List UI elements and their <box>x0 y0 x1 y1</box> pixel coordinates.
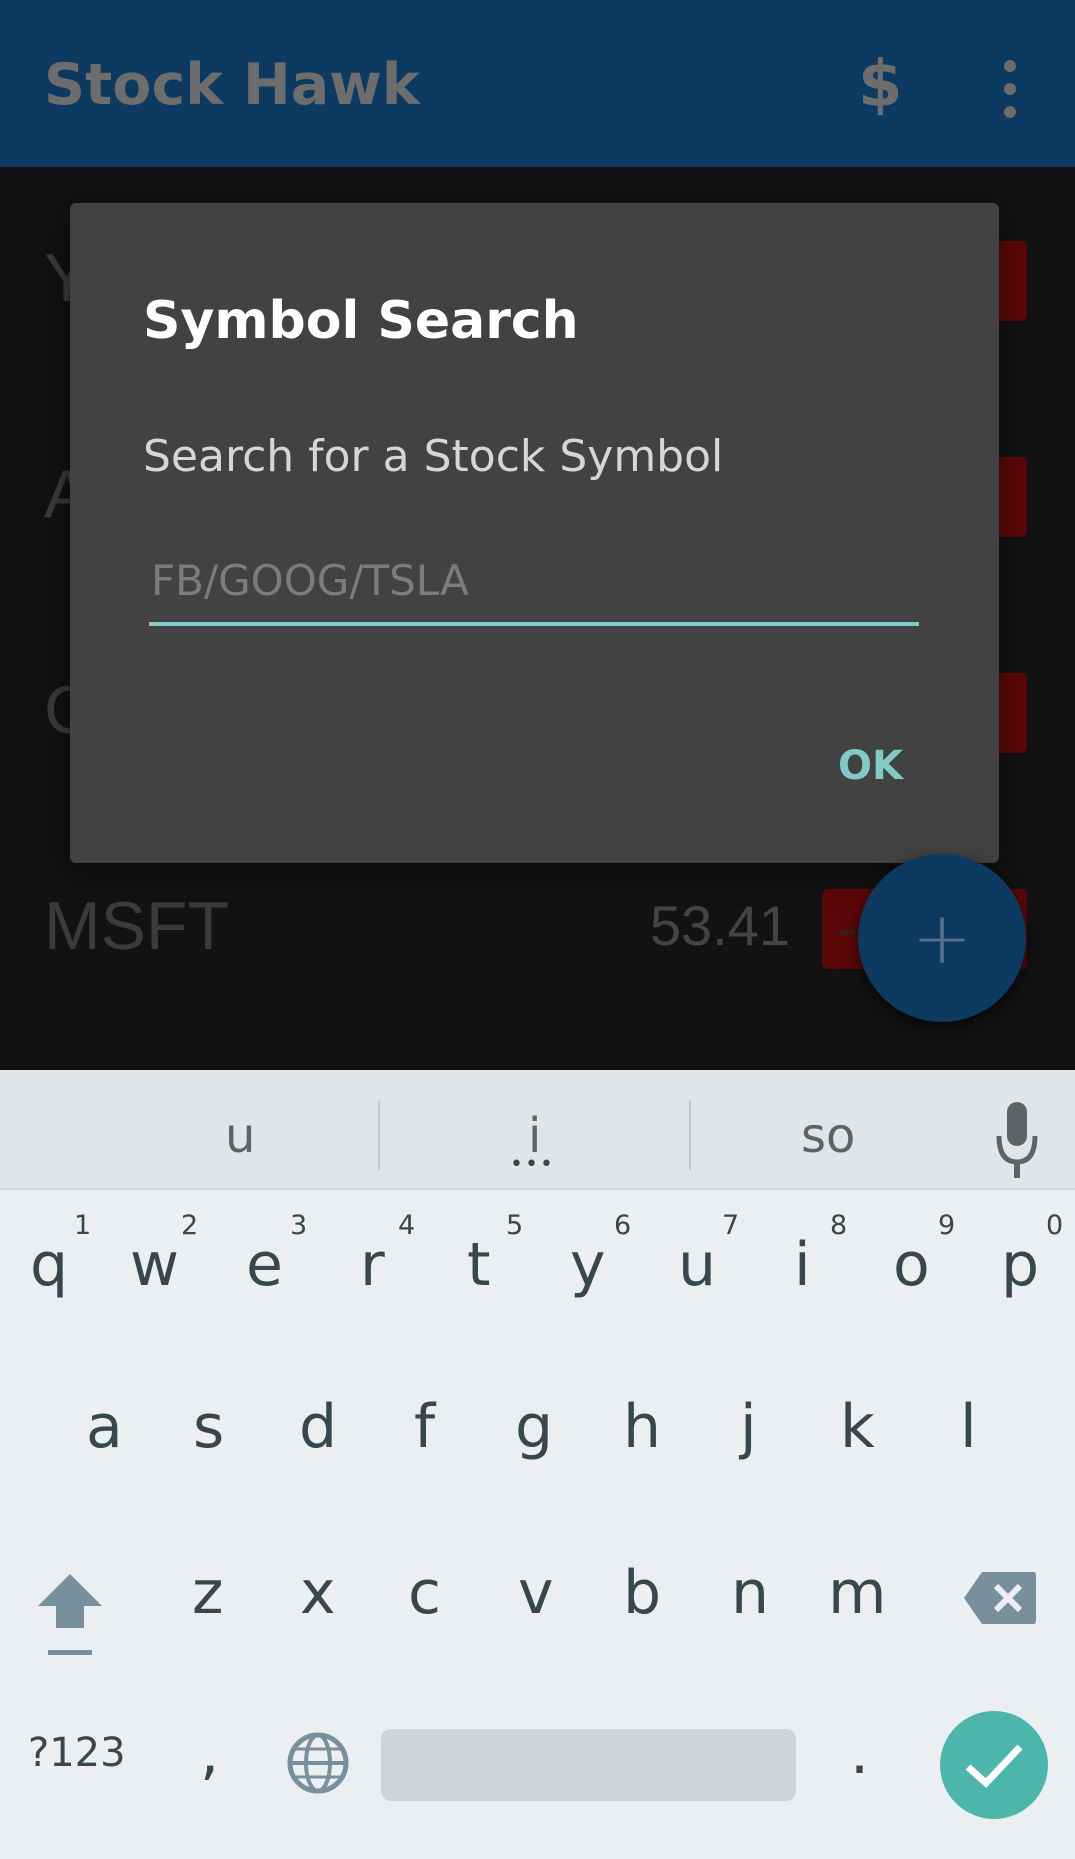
key-comma[interactable]: , <box>200 1718 219 1788</box>
menu-dot <box>1004 60 1016 72</box>
key-hint: 4 <box>398 1210 416 1241</box>
dialog-message: Search for a Stock Symbol <box>143 431 724 482</box>
key-t[interactable]: t <box>467 1230 491 1300</box>
key-e[interactable]: e <box>246 1230 283 1300</box>
soft-keyboard: u i ••• so q 1 w 2 e 3 r 4 t 5 y 6 u 7 i… <box>0 1070 1075 1859</box>
key-l[interactable]: l <box>960 1392 977 1462</box>
key-m[interactable]: m <box>828 1558 886 1628</box>
key-s[interactable]: s <box>193 1392 224 1462</box>
key-n[interactable]: n <box>731 1558 769 1628</box>
stock-price: 53.41 <box>649 894 790 957</box>
key-hint: 7 <box>722 1210 740 1241</box>
key-hint: 2 <box>181 1210 199 1241</box>
stock-symbol: MSFT <box>44 888 230 964</box>
key-a[interactable]: a <box>86 1392 123 1462</box>
key-c[interactable]: c <box>408 1558 441 1628</box>
plus-icon: + <box>911 896 973 980</box>
app-title: Stock Hawk <box>44 52 420 118</box>
key-period[interactable]: . <box>850 1718 869 1788</box>
microphone-icon[interactable] <box>996 1102 1038 1192</box>
key-o[interactable]: o <box>893 1230 930 1300</box>
key-x[interactable]: x <box>300 1558 336 1628</box>
key-hint: 6 <box>614 1210 632 1241</box>
space-bar[interactable] <box>381 1729 796 1801</box>
key-hint: 5 <box>506 1210 524 1241</box>
suggestion-strip: u i ••• so <box>0 1070 1075 1190</box>
dialog-title: Symbol Search <box>143 291 579 351</box>
symbol-search-dialog: Symbol Search Search for a Stock Symbol … <box>70 203 999 863</box>
key-w[interactable]: w <box>130 1230 179 1300</box>
key-d[interactable]: d <box>299 1392 337 1462</box>
key-b[interactable]: b <box>623 1558 661 1628</box>
key-y[interactable]: y <box>570 1230 606 1300</box>
shift-icon[interactable] <box>34 1570 106 1660</box>
language-globe-icon[interactable] <box>286 1731 350 1795</box>
key-hint: 9 <box>938 1210 956 1241</box>
key-v[interactable]: v <box>518 1558 554 1628</box>
key-q[interactable]: q <box>30 1230 68 1300</box>
suggestion-divider <box>689 1100 691 1170</box>
key-h[interactable]: h <box>623 1392 661 1462</box>
app-bar: Stock Hawk $ <box>0 0 1075 167</box>
symbols-key[interactable]: ?123 <box>28 1730 126 1776</box>
key-hint: 3 <box>290 1210 308 1241</box>
key-i[interactable]: i <box>794 1230 811 1300</box>
key-hint: 0 <box>1046 1210 1064 1241</box>
suggestion-item[interactable]: so <box>801 1108 855 1164</box>
ok-button[interactable]: OK <box>838 743 903 789</box>
key-hint: 1 <box>74 1210 92 1241</box>
key-f[interactable]: f <box>414 1392 435 1462</box>
key-p[interactable]: p <box>1001 1230 1039 1300</box>
menu-dot <box>1004 106 1016 118</box>
key-g[interactable]: g <box>515 1392 553 1462</box>
suggestion-more-indicator: ••• <box>510 1152 555 1177</box>
key-j[interactable]: j <box>740 1392 757 1462</box>
backspace-icon[interactable] <box>962 1570 1038 1626</box>
key-r[interactable]: r <box>360 1230 385 1300</box>
overflow-menu-icon[interactable] <box>1000 60 1020 118</box>
key-u[interactable]: u <box>678 1230 716 1300</box>
suggestion-item[interactable]: u <box>225 1108 255 1164</box>
symbol-search-input[interactable] <box>149 538 919 626</box>
checkmark-icon <box>965 1744 1023 1788</box>
key-z[interactable]: z <box>192 1558 224 1628</box>
key-hint: 8 <box>830 1210 848 1241</box>
add-stock-button[interactable]: + <box>858 854 1026 1022</box>
key-k[interactable]: k <box>840 1392 875 1462</box>
suggestion-divider <box>378 1100 380 1170</box>
currency-toggle-icon[interactable]: $ <box>858 48 903 122</box>
enter-key[interactable] <box>940 1711 1048 1819</box>
menu-dot <box>1004 83 1016 95</box>
